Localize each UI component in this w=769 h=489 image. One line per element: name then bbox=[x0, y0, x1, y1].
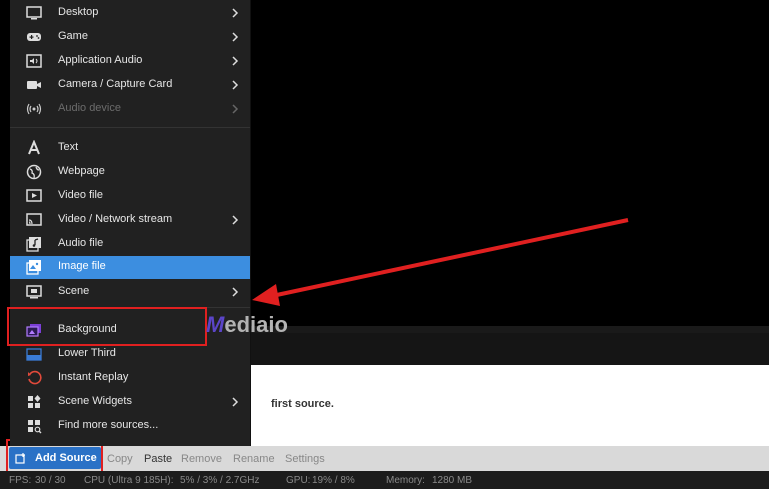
annotation-arrow bbox=[252, 218, 629, 306]
